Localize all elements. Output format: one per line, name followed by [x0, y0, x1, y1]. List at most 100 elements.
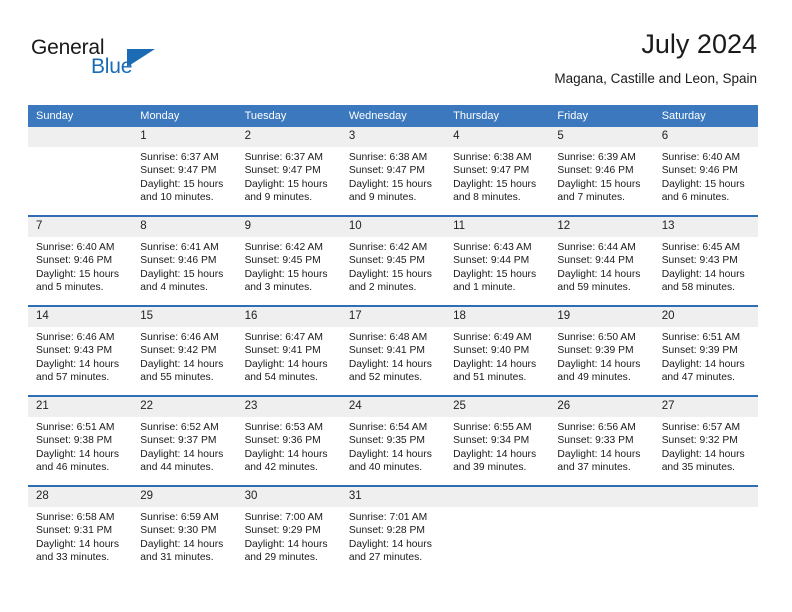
daylight-text: Daylight: 14 hours and 42 minutes.	[244, 448, 328, 474]
day-details: Sunrise: 6:46 AM Sunset: 9:43 PM Daylight:…	[28, 327, 132, 385]
calendar-week-row: 1 Sunrise: 6:37 AM Sunset: 9:47 PM Daylight…	[28, 127, 758, 216]
sunrise-text: Sunrise: 6:46 AM	[140, 332, 219, 343]
day-details: Sunrise: 6:51 AM Sunset: 9:39 PM Daylight:…	[654, 327, 758, 385]
sunset-text: Sunset: 9:41 PM	[348, 345, 425, 357]
calendar-day-cell[interactable]: 11 Sunrise: 6:43 AM Sunset: 9:44 PM Dayligh…	[445, 215, 550, 306]
day-details: Sunrise: 6:47 AM Sunset: 9:41 PM Daylight:…	[237, 327, 341, 385]
sunset-text: Sunset: 9:38 PM	[36, 435, 113, 447]
day-details: Sunrise: 6:57 AM Sunset: 9:32 PM Daylight:…	[654, 417, 758, 475]
weekday-header-friday: Friday	[549, 105, 654, 127]
logo-text-blue: Blue	[91, 55, 133, 78]
sunrise-text: Sunrise: 6:45 AM	[661, 242, 741, 253]
sunrise-text: Sunrise: 6:54 AM	[348, 422, 428, 433]
calendar-day-cell[interactable]: 26 Sunrise: 6:56 AM Sunset: 9:33 PM Dayligh…	[549, 395, 654, 486]
calendar-day-cell[interactable]: 9 Sunrise: 6:42 AM Sunset: 9:45 PM Daylight…	[236, 215, 341, 306]
sunset-text: Sunset: 9:32 PM	[661, 435, 738, 447]
calendar-day-cell[interactable]: 18 Sunrise: 6:49 AM Sunset: 9:40 PM Dayligh…	[445, 305, 550, 396]
sunset-text: Sunset: 9:41 PM	[244, 345, 321, 357]
day-number: 12	[549, 217, 654, 237]
daylight-text: Daylight: 14 hours and 59 minutes.	[557, 268, 641, 294]
calendar-day-cell[interactable]: 15 Sunrise: 6:46 AM Sunset: 9:42 PM Dayligh…	[132, 305, 237, 396]
day-number: 10	[340, 217, 446, 237]
day-number: 14	[28, 307, 133, 327]
calendar-day-cell[interactable]: 21 Sunrise: 6:51 AM Sunset: 9:38 PM Dayligh…	[28, 395, 133, 486]
sunrise-text: Sunrise: 6:46 AM	[36, 332, 115, 343]
calendar-day-cell[interactable]: 22 Sunrise: 6:52 AM Sunset: 9:37 PM Dayligh…	[132, 395, 237, 486]
sunset-text: Sunset: 9:46 PM	[661, 165, 738, 177]
calendar-day-cell[interactable]: 31 Sunrise: 7:01 AM Sunset: 9:28 PM Dayligh…	[340, 485, 446, 575]
calendar-day-cell[interactable]: 2 Sunrise: 6:37 AM Sunset: 9:47 PM Daylight…	[236, 127, 341, 216]
calendar-day-cell[interactable]: 13 Sunrise: 6:45 AM Sunset: 9:43 PM Dayligh…	[653, 215, 758, 306]
weekday-header-row: Sunday Monday Tuesday Wednesday Thursday…	[28, 105, 758, 127]
calendar-day-cell[interactable]: 20 Sunrise: 6:51 AM Sunset: 9:39 PM Dayligh…	[653, 305, 758, 396]
sunset-text: Sunset: 9:40 PM	[453, 345, 530, 357]
sunset-text: Sunset: 9:45 PM	[348, 255, 425, 267]
calendar-day-cell[interactable]: 3 Sunrise: 6:38 AM Sunset: 9:47 PM Daylight…	[340, 127, 446, 216]
general-blue-logo[interactable]: General Blue	[31, 36, 191, 84]
daylight-text: Daylight: 14 hours and 33 minutes.	[36, 538, 119, 564]
sunset-text: Sunset: 9:45 PM	[244, 255, 321, 267]
calendar-day-cell-empty	[445, 485, 550, 575]
day-details: Sunrise: 6:45 AM Sunset: 9:43 PM Daylight:…	[654, 237, 758, 295]
calendar-day-cell[interactable]: 12 Sunrise: 6:44 AM Sunset: 9:44 PM Dayligh…	[549, 215, 654, 306]
calendar-day-cell[interactable]: 17 Sunrise: 6:48 AM Sunset: 9:41 PM Dayligh…	[340, 305, 446, 396]
calendar-day-cell[interactable]: 28 Sunrise: 6:58 AM Sunset: 9:31 PM Dayligh…	[28, 485, 133, 575]
sunrise-text: Sunrise: 6:42 AM	[348, 242, 428, 253]
day-number: 19	[549, 307, 654, 327]
calendar-day-cell[interactable]: 5 Sunrise: 6:39 AM Sunset: 9:46 PM Daylight…	[549, 127, 654, 216]
day-number: 7	[28, 217, 133, 237]
calendar-day-cell[interactable]: 30 Sunrise: 7:00 AM Sunset: 9:29 PM Dayligh…	[236, 485, 341, 575]
day-number: 2	[236, 127, 341, 147]
sunrise-text: Sunrise: 6:40 AM	[661, 152, 741, 163]
calendar-day-cell[interactable]: 7 Sunrise: 6:40 AM Sunset: 9:46 PM Daylight…	[28, 215, 133, 306]
calendar-day-cell[interactable]: 29 Sunrise: 6:59 AM Sunset: 9:30 PM Dayligh…	[132, 485, 237, 575]
calendar-day-cell[interactable]: 8 Sunrise: 6:41 AM Sunset: 9:46 PM Daylight…	[132, 215, 237, 306]
calendar-week-row: 14 Sunrise: 6:46 AM Sunset: 9:43 PM Dayligh…	[28, 305, 758, 396]
day-number: 27	[653, 397, 758, 417]
sunrise-text: Sunrise: 6:58 AM	[36, 512, 115, 523]
day-details: Sunrise: 6:43 AM Sunset: 9:44 PM Daylight:…	[445, 237, 549, 295]
sunset-text: Sunset: 9:39 PM	[661, 345, 738, 357]
sunrise-text: Sunrise: 6:40 AM	[36, 242, 115, 253]
sunset-text: Sunset: 9:35 PM	[348, 435, 425, 447]
sunrise-text: Sunrise: 6:37 AM	[140, 152, 219, 163]
sunrise-text: Sunrise: 6:51 AM	[661, 332, 741, 343]
calendar-day-cell-empty	[28, 127, 133, 216]
calendar-day-cell-empty	[549, 485, 654, 575]
day-number: 11	[445, 217, 550, 237]
calendar-week-row: 21 Sunrise: 6:51 AM Sunset: 9:38 PM Dayligh…	[28, 395, 758, 486]
daylight-text: Daylight: 15 hours and 3 minutes.	[244, 268, 328, 294]
calendar-day-cell[interactable]: 10 Sunrise: 6:42 AM Sunset: 9:45 PM Dayligh…	[340, 215, 446, 306]
day-number: 28	[28, 487, 133, 507]
calendar-day-cell[interactable]: 4 Sunrise: 6:38 AM Sunset: 9:47 PM Daylight…	[445, 127, 550, 216]
calendar-day-cell[interactable]: 14 Sunrise: 6:46 AM Sunset: 9:43 PM Dayligh…	[28, 305, 133, 396]
day-details: Sunrise: 6:37 AM Sunset: 9:47 PM Daylight:…	[237, 147, 341, 205]
calendar-day-cell[interactable]: 27 Sunrise: 6:57 AM Sunset: 9:32 PM Dayligh…	[653, 395, 758, 486]
calendar-day-cell[interactable]: 19 Sunrise: 6:50 AM Sunset: 9:39 PM Dayligh…	[549, 305, 654, 396]
day-number: 23	[236, 397, 341, 417]
day-details: Sunrise: 6:50 AM Sunset: 9:39 PM Daylight:…	[549, 327, 653, 385]
sunset-text: Sunset: 9:43 PM	[661, 255, 738, 267]
day-details: Sunrise: 6:46 AM Sunset: 9:42 PM Daylight:…	[132, 327, 236, 385]
calendar-day-cell[interactable]: 6 Sunrise: 6:40 AM Sunset: 9:46 PM Daylight…	[653, 127, 758, 216]
calendar-day-cell[interactable]: 25 Sunrise: 6:55 AM Sunset: 9:34 PM Dayligh…	[445, 395, 550, 486]
calendar-day-cell[interactable]: 16 Sunrise: 6:47 AM Sunset: 9:41 PM Dayligh…	[236, 305, 341, 396]
daylight-text: Daylight: 15 hours and 9 minutes.	[244, 178, 328, 204]
daylight-text: Daylight: 14 hours and 51 minutes.	[453, 358, 537, 384]
day-number: 29	[132, 487, 237, 507]
day-details: Sunrise: 6:41 AM Sunset: 9:46 PM Daylight:…	[132, 237, 236, 295]
day-details: Sunrise: 6:37 AM Sunset: 9:47 PM Daylight:…	[132, 147, 236, 205]
day-details: Sunrise: 6:55 AM Sunset: 9:34 PM Daylight:…	[445, 417, 549, 475]
sunset-text: Sunset: 9:46 PM	[557, 165, 634, 177]
day-number: 20	[653, 307, 758, 327]
daylight-text: Daylight: 15 hours and 4 minutes.	[140, 268, 224, 294]
calendar-day-cell[interactable]: 23 Sunrise: 6:53 AM Sunset: 9:36 PM Dayligh…	[236, 395, 341, 486]
daylight-text: Daylight: 14 hours and 29 minutes.	[244, 538, 328, 564]
day-details: Sunrise: 6:52 AM Sunset: 9:37 PM Daylight:…	[132, 417, 236, 475]
sunrise-text: Sunrise: 6:44 AM	[557, 242, 636, 253]
calendar-day-cell[interactable]: 1 Sunrise: 6:37 AM Sunset: 9:47 PM Daylight…	[132, 127, 237, 216]
day-details: Sunrise: 7:00 AM Sunset: 9:29 PM Daylight:…	[237, 507, 341, 565]
sunset-text: Sunset: 9:46 PM	[36, 255, 113, 267]
calendar-day-cell[interactable]: 24 Sunrise: 6:54 AM Sunset: 9:35 PM Dayligh…	[340, 395, 446, 486]
daylight-text: Daylight: 14 hours and 49 minutes.	[557, 358, 641, 384]
